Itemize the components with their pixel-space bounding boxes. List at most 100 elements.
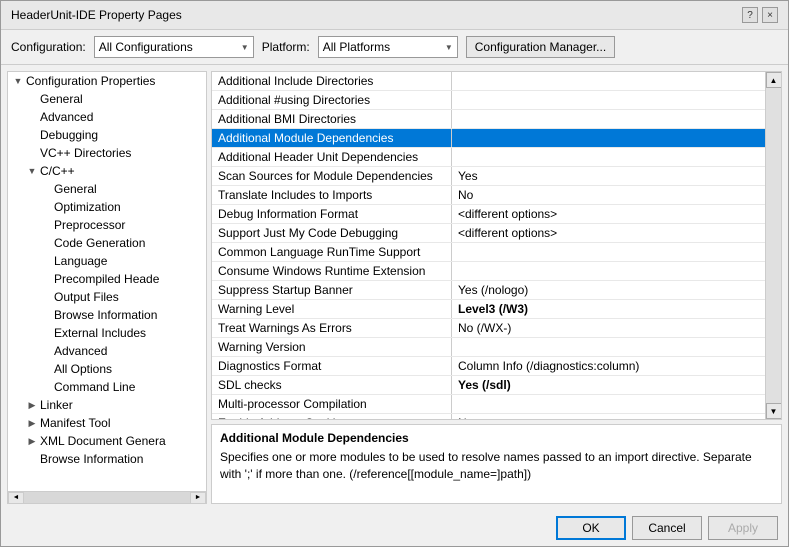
prop-row[interactable]: Enable Address SanitizerNo	[212, 414, 765, 419]
tree-item-xml-doc[interactable]: ▶XML Document Genera	[8, 432, 206, 450]
info-title: Additional Module Dependencies	[220, 431, 773, 445]
info-box: Additional Module Dependencies Specifies…	[211, 424, 782, 504]
prop-name: Additional BMI Directories	[212, 110, 452, 128]
tree-item-cpp-general[interactable]: General	[8, 180, 206, 198]
tree-item-advanced[interactable]: Advanced	[8, 108, 206, 126]
scroll-up-btn[interactable]: ▲	[766, 72, 782, 88]
tree-item-advanced2[interactable]: Advanced	[8, 342, 206, 360]
tree-item-label: Configuration Properties	[26, 74, 155, 88]
tree-container[interactable]: ▼Configuration Properties General Advanc…	[8, 72, 206, 491]
prop-value: <different options>	[452, 205, 765, 223]
prop-value: Yes (/nologo)	[452, 281, 765, 299]
tree-item-browse-info2[interactable]: Browse Information	[8, 450, 206, 468]
prop-row[interactable]: Additional BMI Directories	[212, 110, 765, 129]
horizontal-scrollbar[interactable]: ◄ ►	[8, 491, 206, 503]
tree-item-label: Preprocessor	[54, 218, 125, 232]
tree-item-general[interactable]: General	[8, 90, 206, 108]
config-dropdown-icon: ▼	[241, 43, 249, 52]
scroll-down-btn[interactable]: ▼	[766, 403, 782, 419]
prop-name: SDL checks	[212, 376, 452, 394]
scroll-left-btn[interactable]: ◄	[8, 492, 24, 504]
apply-button[interactable]: Apply	[708, 516, 778, 540]
prop-row[interactable]: Warning LevelLevel3 (/W3)	[212, 300, 765, 319]
prop-row[interactable]: Additional Module Dependencies	[212, 129, 765, 148]
tree-item-language[interactable]: Language	[8, 252, 206, 270]
tree-item-cpp[interactable]: ▼C/C++	[8, 162, 206, 180]
close-button[interactable]: ×	[762, 7, 778, 23]
tree-item-label: Advanced	[40, 110, 93, 124]
prop-name: Consume Windows Runtime Extension	[212, 262, 452, 280]
prop-row[interactable]: Additional #using Directories	[212, 91, 765, 110]
prop-row[interactable]: Diagnostics FormatColumn Info (/diagnost…	[212, 357, 765, 376]
prop-value	[452, 136, 765, 140]
prop-row[interactable]: Warning Version	[212, 338, 765, 357]
platform-label: Platform:	[262, 40, 310, 54]
prop-row[interactable]: Additional Include Directories	[212, 72, 765, 91]
v-scroll-track[interactable]	[766, 88, 781, 403]
prop-value	[452, 155, 765, 159]
ok-button[interactable]: OK	[556, 516, 626, 540]
tree-expand-icon: ▼	[12, 75, 24, 87]
prop-value: <different options>	[452, 224, 765, 242]
tree-item-preprocessor[interactable]: Preprocessor	[8, 216, 206, 234]
config-manager-button[interactable]: Configuration Manager...	[466, 36, 615, 58]
tree-item-label: Output Files	[54, 290, 119, 304]
tree-item-label: C/C++	[40, 164, 75, 178]
prop-row[interactable]: Multi-processor Compilation	[212, 395, 765, 414]
tree-item-optimization[interactable]: Optimization	[8, 198, 206, 216]
tree-item-vc-dirs[interactable]: VC++ Directories	[8, 144, 206, 162]
scroll-right-btn[interactable]: ►	[190, 492, 206, 504]
tree-item-label: Optimization	[54, 200, 121, 214]
prop-row[interactable]: Scan Sources for Module DependenciesYes	[212, 167, 765, 186]
tree-expand-icon: ▶	[26, 435, 38, 447]
prop-value: No	[452, 414, 765, 419]
configuration-select[interactable]: All Configurations ▼	[94, 36, 254, 58]
tree-item-label: Code Generation	[54, 236, 145, 250]
prop-row[interactable]: Debug Information Format<different optio…	[212, 205, 765, 224]
prop-value: Level3 (/W3)	[452, 300, 765, 318]
tree-item-browse-info[interactable]: Browse Information	[8, 306, 206, 324]
prop-row[interactable]: Treat Warnings As ErrorsNo (/WX-)	[212, 319, 765, 338]
prop-value: No (/WX-)	[452, 319, 765, 337]
tree-item-config-props[interactable]: ▼Configuration Properties	[8, 72, 206, 90]
tree-item-output-files[interactable]: Output Files	[8, 288, 206, 306]
prop-row[interactable]: Translate Includes to ImportsNo	[212, 186, 765, 205]
prop-row[interactable]: SDL checksYes (/sdl)	[212, 376, 765, 395]
tree-item-command-line[interactable]: Command Line	[8, 378, 206, 396]
prop-value: Yes (/sdl)	[452, 376, 765, 394]
tree-item-ext-includes[interactable]: External Includes	[8, 324, 206, 342]
tree-item-linker[interactable]: ▶Linker	[8, 396, 206, 414]
prop-row[interactable]: Common Language RunTime Support	[212, 243, 765, 262]
props-scroll[interactable]: Additional Include DirectoriesAdditional…	[212, 72, 765, 419]
dialog-window: HeaderUnit-IDE Property Pages ? × Config…	[0, 0, 789, 547]
prop-value: Column Info (/diagnostics:column)	[452, 357, 765, 375]
tree-expand-icon: ▶	[26, 399, 38, 411]
tree-item-label: Linker	[40, 398, 73, 412]
tree-item-all-options[interactable]: All Options	[8, 360, 206, 378]
vertical-scrollbar[interactable]: ▲ ▼	[765, 72, 781, 419]
config-label: Configuration:	[11, 40, 86, 54]
prop-name: Translate Includes to Imports	[212, 186, 452, 204]
help-button[interactable]: ?	[742, 7, 758, 23]
tree-item-label: Manifest Tool	[40, 416, 110, 430]
tree-item-precompiled[interactable]: Precompiled Heade	[8, 270, 206, 288]
prop-row[interactable]: Consume Windows Runtime Extension	[212, 262, 765, 281]
prop-row[interactable]: Suppress Startup BannerYes (/nologo)	[212, 281, 765, 300]
cancel-button[interactable]: Cancel	[632, 516, 702, 540]
platform-select[interactable]: All Platforms ▼	[318, 36, 458, 58]
prop-name: Multi-processor Compilation	[212, 395, 452, 413]
dialog-title: HeaderUnit-IDE Property Pages	[11, 8, 182, 22]
prop-row[interactable]: Additional Header Unit Dependencies	[212, 148, 765, 167]
props-table-inner: Additional Include DirectoriesAdditional…	[212, 72, 781, 419]
tree-item-code-gen[interactable]: Code Generation	[8, 234, 206, 252]
tree-item-label: Advanced	[54, 344, 107, 358]
scroll-track[interactable]	[24, 492, 190, 504]
prop-name: Enable Address Sanitizer	[212, 414, 452, 419]
tree-expand-icon: ▶	[26, 417, 38, 429]
prop-value	[452, 345, 765, 349]
tree-item-debugging[interactable]: Debugging	[8, 126, 206, 144]
main-content: ▼Configuration Properties General Advanc…	[1, 65, 788, 510]
prop-row[interactable]: Support Just My Code Debugging<different…	[212, 224, 765, 243]
tree-item-manifest-tool[interactable]: ▶Manifest Tool	[8, 414, 206, 432]
prop-value	[452, 117, 765, 121]
